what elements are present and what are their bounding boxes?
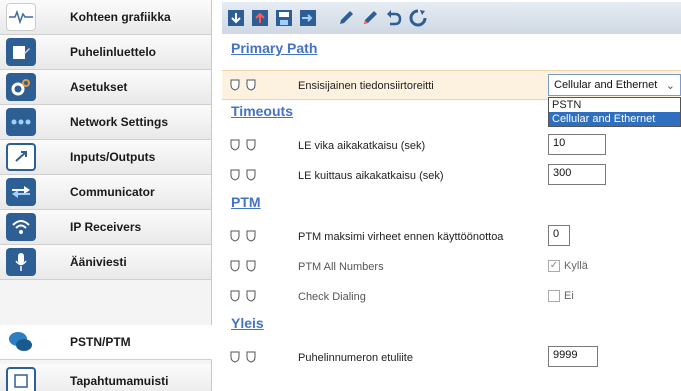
- wifi-icon: [6, 213, 36, 241]
- sidebar-item-label: IP Receivers: [70, 220, 142, 234]
- phone-prefix-input[interactable]: 9999: [548, 346, 598, 367]
- chat-icon: [6, 328, 36, 356]
- primary-path-selected-value: Cellular and Ethernet: [554, 79, 658, 91]
- shield-icon: [246, 260, 256, 272]
- shield-icon: [230, 169, 240, 181]
- sidebar-item-label: Kohteen grafiikka: [70, 10, 171, 24]
- sidebar-item-label: Ääniviesti: [70, 255, 127, 269]
- le-ack-label: LE kuittaus aikakatkaisu (sek): [298, 170, 444, 182]
- shield-icon: [230, 290, 240, 302]
- phone-prefix-row: Puhelinnumeron etuliite 9999: [222, 343, 681, 373]
- sidebar-item-label: Puhelinluettelo: [70, 45, 157, 59]
- shield-icon: [246, 351, 256, 363]
- sidebar-item-puhelinluettelo[interactable]: Puhelinluettelo: [0, 35, 212, 70]
- shield-icon: [230, 139, 240, 151]
- sidebar-item-network-settings[interactable]: Network Settings: [0, 105, 212, 140]
- section-title-primary-path: Primary Path: [231, 40, 318, 56]
- primary-path-dropdown: PSTN Cellular and Ethernet: [548, 97, 681, 127]
- sidebar: Kohteen grafiikka Puhelinluettelo Asetuk…: [0, 0, 212, 391]
- check-dialing-checkbox-wrap[interactable]: Ei: [548, 290, 574, 302]
- ptm-max-row: PTM maksimi virheet ennen käyttöönottoa …: [222, 222, 681, 252]
- waveform-icon: [6, 3, 36, 31]
- le-ack-input[interactable]: 300: [548, 164, 606, 185]
- shield-icon: [230, 230, 240, 242]
- phonebook-icon: [6, 38, 36, 66]
- import-icon[interactable]: [298, 7, 318, 29]
- communicator-icon: [6, 178, 36, 206]
- sidebar-item-communicator[interactable]: Communicator: [0, 175, 212, 210]
- shield-icon: [246, 290, 256, 302]
- sidebar-item-label: Asetukset: [70, 80, 128, 94]
- shield-icon: [246, 169, 256, 181]
- sidebar-item-label: Communicator: [70, 185, 155, 199]
- shield-icon: [230, 79, 240, 91]
- ptm-max-label: PTM maksimi virheet ennen käyttöönottoa: [298, 231, 504, 243]
- le-fault-label: LE vika aikakatkaisu (sek): [298, 140, 426, 152]
- refresh-icon[interactable]: [408, 7, 428, 29]
- sidebar-item-inputs-outputs[interactable]: Inputs/Outputs: [0, 140, 212, 175]
- edit-alt-icon[interactable]: [360, 7, 380, 29]
- le-ack-row: LE kuittaus aikakatkaisu (sek) 300: [222, 161, 681, 191]
- check-dialing-checkbox[interactable]: [548, 290, 560, 302]
- chevron-down-icon: ⌄: [665, 80, 675, 92]
- network-dots-icon: [6, 108, 36, 136]
- save-icon[interactable]: [274, 7, 294, 29]
- check-dialing-value: Ei: [564, 290, 574, 302]
- primary-path-label: Ensisijainen tiedonsiirtoreitti: [298, 80, 434, 92]
- write-icon[interactable]: [250, 7, 270, 29]
- sidebar-item-aaniviesti[interactable]: Ääniviesti: [0, 245, 212, 280]
- ptm-all-value: Kyllä: [564, 260, 588, 272]
- sidebar-item-label: PSTN/PTM: [70, 335, 131, 349]
- shield-icon: [246, 79, 256, 91]
- sidebar-item-ip-receivers[interactable]: IP Receivers: [0, 210, 212, 245]
- ptm-all-row: PTM All Numbers ✓ Kyllä: [222, 252, 681, 282]
- sidebar-item-tapahtumamuisti[interactable]: Tapahtumamuisti: [0, 364, 212, 391]
- dropdown-option-pstn[interactable]: PSTN: [549, 98, 680, 112]
- shield-icon: [230, 260, 240, 272]
- shield-icon: [246, 139, 256, 151]
- section-title-yleis: Yleis: [231, 315, 264, 331]
- primary-path-select[interactable]: Cellular and Ethernet ⌄: [548, 74, 681, 96]
- section-title-timeouts: Timeouts: [231, 103, 293, 119]
- primary-path-row: Ensisijainen tiedonsiirtoreitti Cellular…: [222, 70, 681, 100]
- dropdown-option-cellular-ethernet[interactable]: Cellular and Ethernet: [549, 112, 680, 126]
- toolbar: [222, 2, 681, 34]
- ptm-all-label: PTM All Numbers: [298, 261, 384, 273]
- sidebar-item-pstn-ptm[interactable]: PSTN/PTM: [0, 325, 212, 360]
- sidebar-item-kohteen-grafiikka[interactable]: Kohteen grafiikka: [0, 0, 212, 35]
- edit-icon[interactable]: [336, 7, 356, 29]
- sidebar-item-label: Inputs/Outputs: [70, 150, 156, 164]
- sidebar-item-label: Tapahtumamuisti: [70, 374, 169, 388]
- phone-prefix-label: Puhelinnumeron etuliite: [298, 352, 413, 364]
- read-icon[interactable]: [226, 7, 246, 29]
- inputs-outputs-icon: [6, 143, 36, 171]
- undo-icon[interactable]: [384, 7, 404, 29]
- gear-icon: [6, 73, 36, 101]
- ptm-all-checkbox[interactable]: ✓: [548, 260, 560, 272]
- le-fault-input[interactable]: 10: [548, 134, 606, 155]
- microphone-icon: [6, 248, 36, 276]
- check-dialing-row: Check Dialing Ei: [222, 282, 681, 312]
- event-log-icon: [6, 367, 36, 391]
- check-dialing-label: Check Dialing: [298, 291, 366, 303]
- sidebar-item-label: Network Settings: [70, 115, 169, 129]
- shield-icon: [246, 230, 256, 242]
- checkmark-icon: ✓: [549, 260, 559, 271]
- sidebar-item-asetukset[interactable]: Asetukset: [0, 70, 212, 105]
- shield-icon: [230, 351, 240, 363]
- ptm-all-checkbox-wrap[interactable]: ✓ Kyllä: [548, 260, 588, 272]
- section-title-ptm: PTM: [231, 194, 261, 210]
- le-fault-row: LE vika aikakatkaisu (sek) 10: [222, 131, 681, 161]
- ptm-max-input[interactable]: 0: [548, 225, 570, 246]
